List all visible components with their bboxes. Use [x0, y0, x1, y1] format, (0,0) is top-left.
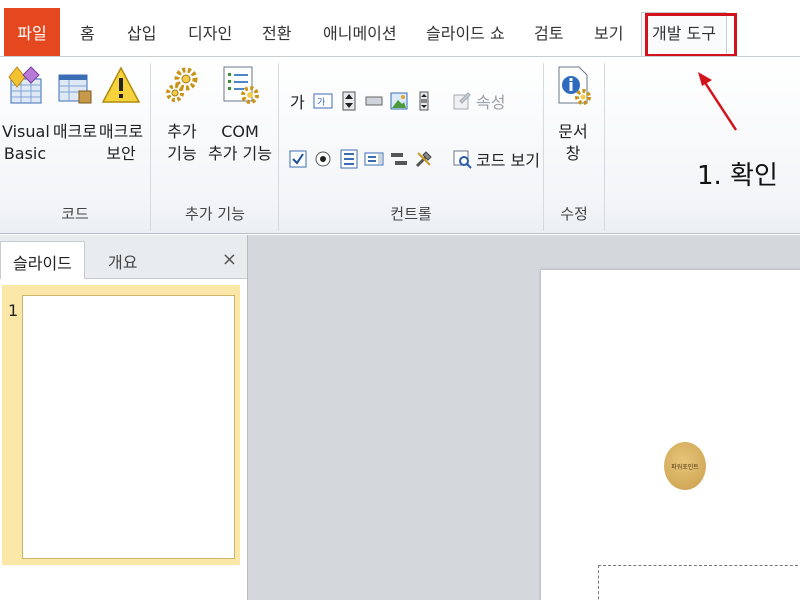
tab-insert[interactable]: 삽입 — [127, 20, 156, 44]
combobox-control-icon[interactable] — [364, 149, 384, 169]
com-addins-icon — [223, 66, 259, 104]
document-info-icon — [558, 66, 591, 105]
svg-text:가: 가 — [317, 97, 325, 108]
macro-icon — [58, 74, 92, 104]
text-placeholder[interactable] — [598, 565, 800, 600]
macro-security-label-2: 보안 — [106, 144, 136, 163]
annotation-arrow-icon — [698, 72, 738, 131]
ribbon-tab-bar: 파일 홈 삽입 디자인 전환 애니메이션 슬라이드 쇼 검토 보기 개발 도구 — [0, 0, 800, 58]
tab-design[interactable]: 디자인 — [188, 20, 232, 44]
ribbon-panel: Visual Basic 매크로 매크로 보안 코드 추가 기능 COM 추가 … — [0, 56, 800, 234]
tab-transitions[interactable]: 전환 — [262, 20, 291, 44]
label-control-icon: 가 — [290, 93, 305, 112]
warning-icon — [101, 66, 141, 103]
document-panel-label-1: 문서 — [558, 122, 588, 141]
com-addins-label-2: 추가 기능 — [208, 144, 272, 163]
slide-number: 1 — [8, 301, 19, 320]
macro-button[interactable]: 매크로 — [52, 65, 98, 143]
slide-canvas[interactable] — [541, 270, 800, 600]
visual-basic-label-1: Visual — [2, 122, 50, 141]
scrollbar-control-icon[interactable] — [414, 91, 434, 111]
image-control-icon[interactable] — [389, 91, 409, 111]
command-button-icon[interactable] — [364, 91, 384, 111]
spin-button-icon[interactable] — [339, 91, 359, 111]
visual-basic-icon — [8, 66, 42, 104]
tab-outline[interactable]: 개요 — [96, 241, 149, 279]
tab-view[interactable]: 보기 — [594, 20, 623, 44]
textbox-control-icon[interactable]: 가 — [313, 91, 333, 111]
addins-button[interactable]: 추가 기능 — [160, 65, 204, 165]
view-code-icon — [453, 150, 472, 169]
stamp-text: 파워포인트 — [671, 463, 699, 471]
macro-security-label-1: 매크로 — [98, 122, 144, 141]
more-controls-icon[interactable] — [414, 149, 434, 169]
group-label-code: 코드 — [61, 205, 89, 223]
tab-file[interactable]: 파일 — [4, 8, 60, 56]
tab-review[interactable]: 검토 — [534, 20, 563, 44]
group-label-modify: 수정 — [560, 205, 588, 223]
tab-developer[interactable]: 개발 도구 — [641, 12, 727, 58]
addins-label-1: 추가 — [167, 122, 197, 141]
tab-animations[interactable]: 애니메이션 — [323, 20, 397, 44]
checkbox-control-icon[interactable] — [288, 149, 308, 169]
stamp-logo: 파워포인트 — [664, 442, 706, 490]
annotation-text: 1. 확인 — [697, 161, 778, 191]
com-addins-button[interactable]: COM 추가 기능 — [206, 65, 274, 165]
com-addins-label-1: COM — [221, 122, 259, 141]
properties-icon — [453, 92, 471, 110]
properties-label: 속성 — [476, 93, 506, 112]
view-code-label: 코드 보기 — [476, 151, 540, 170]
slides-pane: 슬라이드 개요 × 1 — [0, 235, 248, 600]
listbox-control-icon[interactable] — [339, 149, 359, 169]
toggle-button-icon[interactable] — [389, 149, 409, 169]
option-button-icon[interactable] — [313, 149, 333, 169]
document-panel-button[interactable]: 문서 창 — [550, 65, 596, 165]
group-separator — [604, 63, 605, 231]
pane-close-icon[interactable]: × — [222, 249, 237, 270]
group-label-controls: 컨트롤 — [390, 205, 432, 223]
macro-security-button[interactable]: 매크로 보안 — [98, 65, 144, 165]
group-separator — [150, 63, 151, 231]
group-label-addins: 추가 기능 — [185, 205, 245, 223]
visual-basic-label-2: Basic — [3, 144, 47, 163]
pane-tab-bar: 슬라이드 개요 × — [0, 235, 247, 279]
label-control-button[interactable]: 가 — [290, 89, 305, 113]
addins-label-2: 기능 — [167, 144, 197, 163]
slide-thumbnail[interactable] — [22, 295, 235, 559]
view-code-button[interactable]: 코드 보기 — [452, 147, 540, 171]
properties-button[interactable]: 속성 — [452, 89, 505, 113]
tab-slideshow[interactable]: 슬라이드 쇼 — [426, 20, 505, 44]
macro-label: 매크로 — [52, 122, 98, 141]
tab-home[interactable]: 홈 — [80, 20, 95, 44]
document-panel-label-2: 창 — [565, 144, 581, 163]
tab-slides[interactable]: 슬라이드 — [0, 241, 85, 279]
group-separator — [278, 63, 279, 231]
visual-basic-button[interactable]: Visual Basic — [2, 65, 50, 165]
gears-icon — [166, 67, 198, 102]
